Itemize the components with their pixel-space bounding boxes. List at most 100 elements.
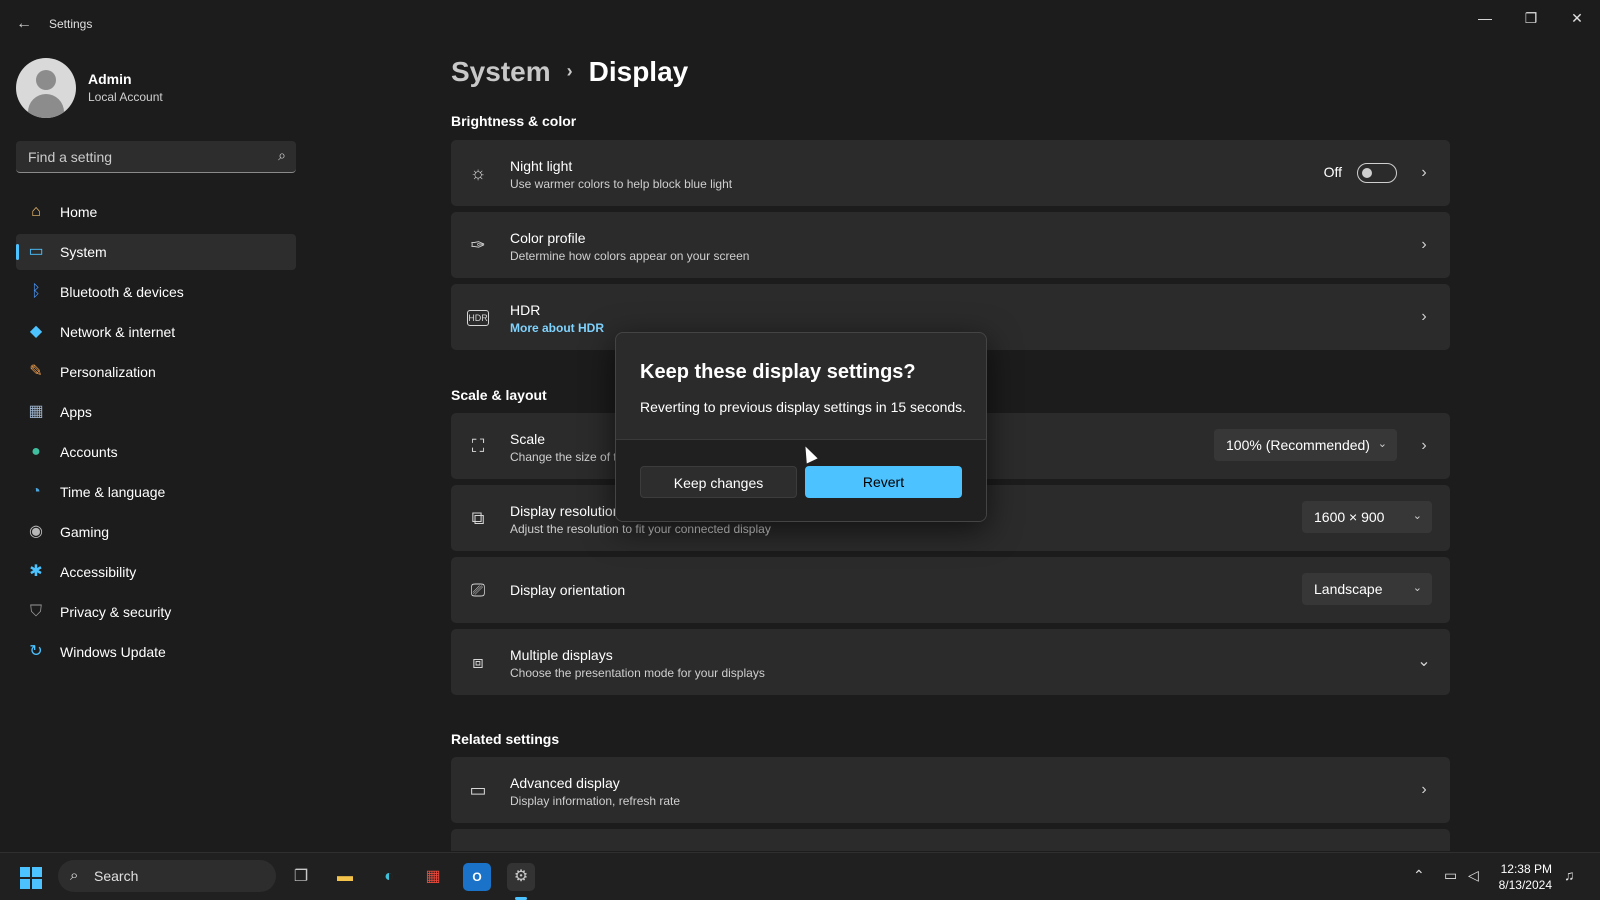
close-icon[interactable]: ✕ [1562,8,1592,28]
title-bar: ← Settings — ❐ ✕ [0,0,1600,48]
accounts-icon: ● [31,443,41,460]
brush-icon: ✎ [29,363,43,380]
dropdown-value: 1600 × 900 [1314,509,1385,525]
home-icon: ⌂ [31,203,41,220]
sidebar-item-label: Windows Update [60,644,166,660]
chevron-down-icon[interactable]: ⌄ [1416,651,1432,673]
scale-dropdown[interactable]: 100% (Recommended) ⌄ [1214,429,1397,461]
accessibility-icon: ✱ [29,563,43,580]
sidebar-item-apps[interactable]: ▦ Apps [16,394,296,430]
sidebar-item-label: Bluetooth & devices [60,284,184,300]
sidebar-item-personalization[interactable]: ✎ Personalization [16,354,296,390]
sidebar-item-bluetooth[interactable]: ᛒ Bluetooth & devices [16,274,296,310]
settings-gear-icon[interactable]: ⚙ [507,863,535,900]
orientation-icon: ⎚ [470,580,486,600]
sidebar-item-gaming[interactable]: ◉ Gaming [16,514,296,550]
chevron-down-icon: ⌄ [1412,582,1422,594]
resolution-dropdown[interactable]: 1600 × 900 ⌄ [1302,501,1432,533]
toggle-state-label: Off [1323,164,1342,180]
gamepad-icon: ◉ [29,523,43,540]
hdr-icon: HDR [467,310,489,326]
chevron-right-icon[interactable]: › [1416,234,1432,256]
edge-browser-icon[interactable]: ◐ [375,863,403,891]
card-title: Color profile [510,230,586,246]
taskbar-search[interactable]: ⌕ Search [58,860,276,892]
card-title: Display orientation [510,582,626,598]
revert-button[interactable]: Revert [805,466,962,498]
sun-icon: ☼ [469,163,487,183]
chevron-right-icon[interactable]: › [1416,306,1432,328]
taskbar: ⌕ Search ❐ ▬ ◐ ▦ O ⚙ ⌃ ▭ ◁ 12:38 PM 8/13… [0,852,1600,900]
multiple-displays-card[interactable]: ⧈ Multiple displays Choose the presentat… [451,629,1450,695]
minimize-icon[interactable]: — [1470,8,1500,28]
store-icon[interactable]: ▦ [419,863,447,891]
sidebar-item-label: Privacy & security [60,604,172,620]
night-light-toggle[interactable] [1357,163,1397,183]
system-icon: ▭ [28,243,44,260]
orientation-dropdown[interactable]: Landscape ⌄ [1302,573,1432,605]
partial-card[interactable] [451,829,1450,851]
card-title: Display resolution [510,503,621,519]
multiple-displays-icon: ⧈ [472,652,484,672]
card-title: Multiple displays [510,647,613,663]
shield-icon: ⛉ [29,603,42,620]
windows-start-icon[interactable] [20,867,42,889]
bluetooth-icon: ᛒ [31,283,41,300]
sidebar-item-system[interactable]: ▭ System [16,234,296,270]
clock-time: 12:38 PM [1500,862,1552,876]
sidebar-item-label: Time & language [60,484,166,500]
chevron-right-icon[interactable]: › [1416,779,1432,801]
network-icon[interactable]: ▭ [1444,867,1457,884]
section-scale-layout: Scale & layout [451,387,547,403]
card-subtitle: Use warmer colors to help block blue lig… [510,177,733,191]
chevron-up-icon[interactable]: ⌃ [1413,867,1425,884]
sidebar-item-label: Gaming [60,524,110,540]
sidebar-item-privacy[interactable]: ⛉ Privacy & security [16,594,296,630]
page-title: Display [588,56,689,87]
profile-account-type: Local Account [88,90,163,104]
sidebar-item-network[interactable]: ◆ Network & internet [16,314,296,350]
chevron-right-icon[interactable]: › [1416,435,1432,457]
dialog-message: Reverting to previous display settings i… [640,399,967,415]
sidebar-item-home[interactable]: ⌂ Home [16,194,296,230]
volume-icon[interactable]: ◁ [1468,867,1479,884]
settings-search-box[interactable]: ⌕ [16,141,296,173]
color-profile-card[interactable]: ✑ Color profile Determine how colors app… [451,212,1450,278]
file-explorer-icon[interactable]: ▬ [331,863,359,891]
chevron-right-icon[interactable]: › [1416,162,1432,184]
notification-bell-icon[interactable]: ♫ [1564,867,1575,883]
taskbar-clock[interactable]: 12:38 PM 8/13/2024 [1499,861,1552,893]
card-subtitle: Choose the presentation mode for your di… [510,666,765,680]
sidebar-item-windows-update[interactable]: ↻ Windows Update [16,634,296,670]
card-title: Night light [510,158,573,174]
outlook-icon[interactable]: O [463,863,491,891]
advanced-display-card[interactable]: ▭ Advanced display Display information, … [451,757,1450,823]
sidebar-item-accounts[interactable]: ● Accounts [16,434,296,470]
app-title: Settings [49,17,93,31]
task-view-icon[interactable]: ❐ [287,863,315,891]
globe-clock-icon: ◔ [31,483,41,500]
restore-icon[interactable]: ❐ [1516,8,1546,28]
user-profile[interactable]: Admin Local Account [16,58,306,118]
sidebar-item-accessibility[interactable]: ✱ Accessibility [16,554,296,590]
sidebar-item-time-language[interactable]: ◔ Time & language [16,474,296,510]
sidebar-item-label: Apps [60,404,92,420]
card-subtitle: Display information, refresh rate [510,794,681,808]
search-icon: ⌕ [70,867,79,884]
chevron-down-icon: ⌄ [1412,510,1422,522]
back-arrow-icon[interactable]: ← [14,14,34,34]
sidebar-item-label: Home [60,204,98,220]
search-icon[interactable]: ⌕ [278,147,286,164]
card-title: HDR [510,302,541,318]
profile-name: Admin [88,71,132,87]
chevron-down-icon: ⌄ [1377,438,1387,450]
search-input[interactable] [26,148,260,166]
night-light-card[interactable]: ☼ Night light Use warmer colors to help … [451,140,1450,206]
card-subtitle: Adjust the resolution to fit your connec… [510,522,771,536]
more-about-hdr-link[interactable]: More about HDR [510,321,604,335]
keep-changes-button[interactable]: Keep changes [640,466,797,498]
display-orientation-card[interactable]: ⎚ Display orientation Landscape ⌄ [451,557,1450,623]
section-brightness-color: Brightness & color [451,113,577,129]
breadcrumb-parent[interactable]: System [451,56,551,87]
avatar [16,58,76,118]
